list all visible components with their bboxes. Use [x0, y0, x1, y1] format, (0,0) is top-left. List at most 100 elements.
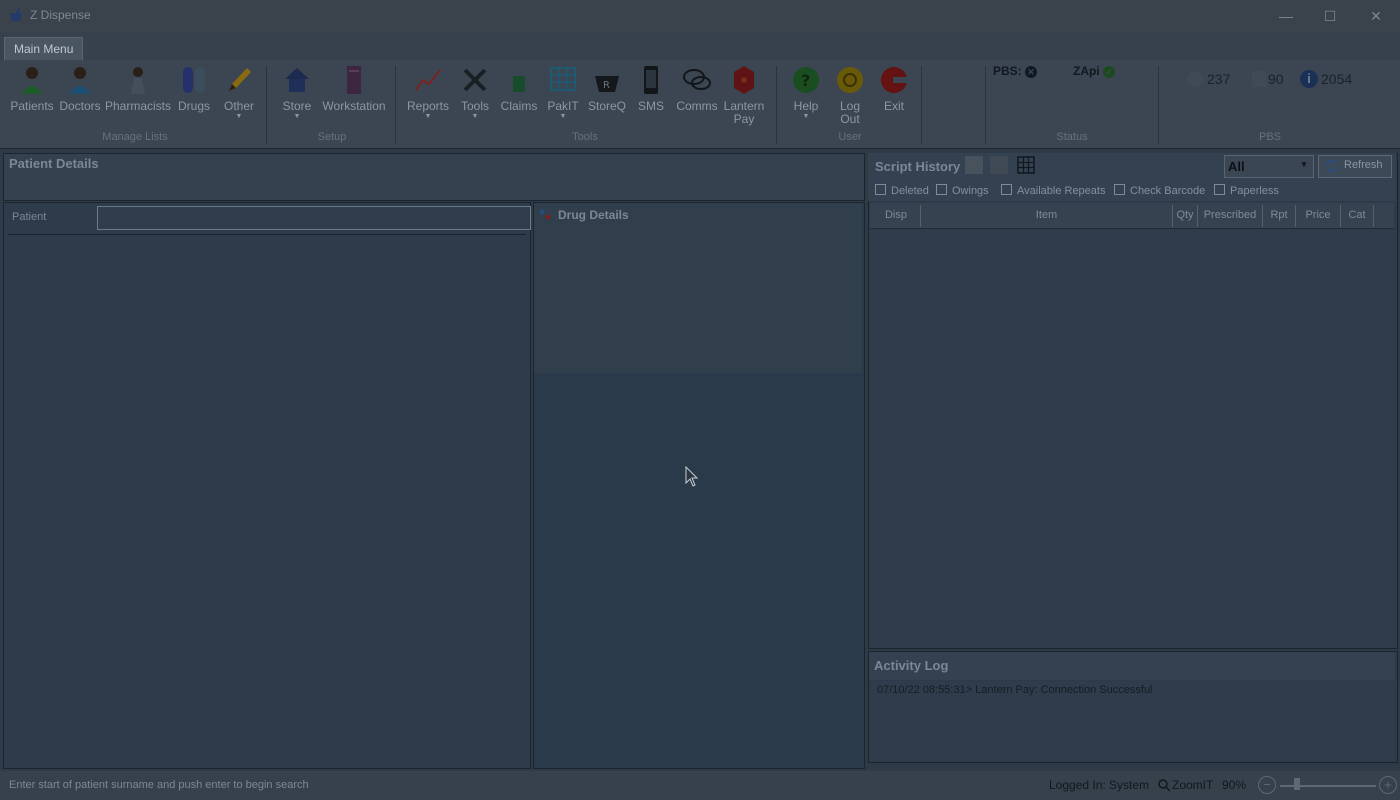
patient-details-panel	[3, 153, 865, 201]
paperless-checkbox[interactable]: Paperless	[1214, 184, 1279, 197]
script-filter-value: All	[1228, 159, 1245, 174]
comms-button[interactable]: Comms	[674, 64, 720, 113]
group-label-manage-lists: Manage Lists	[102, 131, 168, 143]
column-separator	[1373, 205, 1374, 227]
phone-icon	[644, 66, 658, 94]
patient-search-input[interactable]	[97, 206, 531, 230]
chevron-down-icon: ▼	[424, 113, 432, 120]
activity-log-title: Activity Log	[874, 658, 949, 673]
column-header-disp[interactable]: Disp	[872, 209, 920, 221]
mortar-pestle-icon	[10, 7, 22, 21]
patients-button[interactable]: Patients	[8, 64, 56, 113]
doctors-button[interactable]: Doctors	[56, 64, 104, 113]
script-table-body[interactable]	[870, 229, 1394, 645]
reports-button[interactable]: Reports ▼	[404, 64, 452, 121]
tab-main-menu[interactable]: Main Menu	[4, 37, 84, 61]
ribbon-separator	[776, 66, 777, 144]
exit-icon	[881, 67, 907, 93]
help-icon: ?	[793, 67, 819, 93]
doctor-icon	[69, 67, 91, 94]
column-header-qty[interactable]: Qty	[1173, 209, 1197, 221]
pbs-count-b: 90	[1268, 71, 1284, 87]
close-button[interactable]: ✕	[1366, 6, 1386, 26]
drug-details-header-area	[534, 203, 862, 373]
lantern-icon	[734, 66, 754, 94]
patient-details-title: Patient Details	[9, 156, 99, 171]
chevron-down-icon: ▼	[559, 113, 567, 120]
zoom-slider-thumb[interactable]	[1294, 778, 1300, 790]
drugs-button[interactable]: Drugs	[174, 64, 214, 113]
sms-button[interactable]: SMS	[632, 64, 670, 113]
group-label-pbs: PBS	[1258, 131, 1281, 143]
minimize-button[interactable]: —	[1276, 6, 1296, 26]
title-bar	[0, 0, 1400, 32]
refresh-label: Refresh	[1344, 159, 1383, 171]
zoom-out-button[interactable]: −	[1258, 776, 1276, 794]
patient-icon	[21, 67, 43, 94]
chevron-down-icon: ▼	[235, 113, 243, 120]
wrench-hammer-icon	[463, 68, 487, 92]
status-hint: Enter start of patient surname and push …	[9, 779, 309, 791]
column-header-price[interactable]: Price	[1296, 209, 1340, 221]
document-icon[interactable]	[965, 156, 983, 174]
group-label-setup: Setup	[317, 131, 347, 143]
pharmacist-icon	[131, 67, 145, 94]
owings-checkbox[interactable]: Owings	[936, 184, 989, 197]
script-history-title: Script History	[875, 159, 961, 174]
ribbon-separator	[921, 66, 922, 144]
logout-button[interactable]: Log Out	[830, 64, 870, 126]
workstation-button[interactable]: Workstation	[320, 64, 388, 113]
svg-text:?: ?	[801, 71, 810, 90]
column-header-item[interactable]: Item	[921, 209, 1172, 221]
grid-icon	[550, 67, 576, 91]
check-barcode-checkbox[interactable]: Check Barcode	[1114, 184, 1205, 197]
error-icon: ✕	[1025, 66, 1038, 78]
column-header-prescribed[interactable]: Prescribed	[1198, 209, 1262, 221]
ribbon-tab-strip	[0, 32, 1400, 60]
check-icon: ✓	[1103, 66, 1116, 78]
pbs-count-c: 2054	[1321, 71, 1353, 87]
claims-book-icon	[513, 76, 525, 92]
other-button[interactable]: Other ▼	[218, 64, 260, 121]
column-header-cat[interactable]: Cat	[1341, 209, 1373, 221]
workstation-icon	[347, 66, 361, 94]
tools-button[interactable]: Tools ▼	[456, 64, 494, 121]
storeq-button[interactable]: R StoreQ	[586, 64, 628, 113]
help-button[interactable]: ? Help ▼	[786, 64, 826, 121]
info-icon: i	[1300, 70, 1318, 88]
house-icon	[285, 68, 309, 92]
store-button[interactable]: Store ▼	[278, 64, 316, 121]
ribbon-separator	[985, 66, 986, 144]
pakit-button[interactable]: PakIT ▼	[544, 64, 582, 121]
pharmacists-button[interactable]: Pharmacists	[104, 64, 172, 113]
deleted-checkbox[interactable]: Deleted	[875, 184, 929, 197]
zoom-level: 90%	[1222, 778, 1247, 792]
column-header-rpt[interactable]: Rpt	[1263, 209, 1295, 221]
available-repeats-checkbox[interactable]: Available Repeats	[1001, 184, 1105, 197]
pencil-icon	[229, 68, 251, 91]
drug-details-title: Drug Details	[558, 208, 629, 222]
lantern-pay-button[interactable]: Lantern Pay	[720, 64, 768, 126]
group-label-status: Status	[1056, 131, 1088, 143]
mouse-cursor-icon	[685, 466, 699, 487]
zoomit-label[interactable]: ZoomIT	[1172, 778, 1213, 792]
pbs-count-b-icon	[1252, 71, 1266, 87]
patient-search-panel	[3, 202, 531, 769]
svg-text:R: R	[603, 80, 610, 91]
pills-view-icon[interactable]	[990, 156, 1008, 174]
zoom-in-button[interactable]: +	[1379, 776, 1397, 794]
chevron-down-icon: ▼	[293, 113, 301, 120]
pills-icon	[539, 209, 551, 220]
magnifier-icon	[1158, 779, 1171, 792]
grid-view-icon[interactable]	[1017, 156, 1035, 174]
claims-button[interactable]: Claims	[498, 64, 540, 113]
chevron-down-icon: ▼	[1300, 160, 1308, 169]
maximize-button[interactable]: ☐	[1320, 6, 1340, 26]
capsule-icon	[183, 67, 205, 93]
basket-rx-icon: R	[595, 76, 619, 92]
pbs-status: PBS: ✕	[993, 64, 1038, 78]
window-title: Z Dispense	[30, 8, 91, 22]
line-chart-icon	[415, 69, 441, 91]
exit-button[interactable]: Exit	[874, 64, 914, 113]
logged-in-user: Logged In: System	[1049, 778, 1150, 792]
